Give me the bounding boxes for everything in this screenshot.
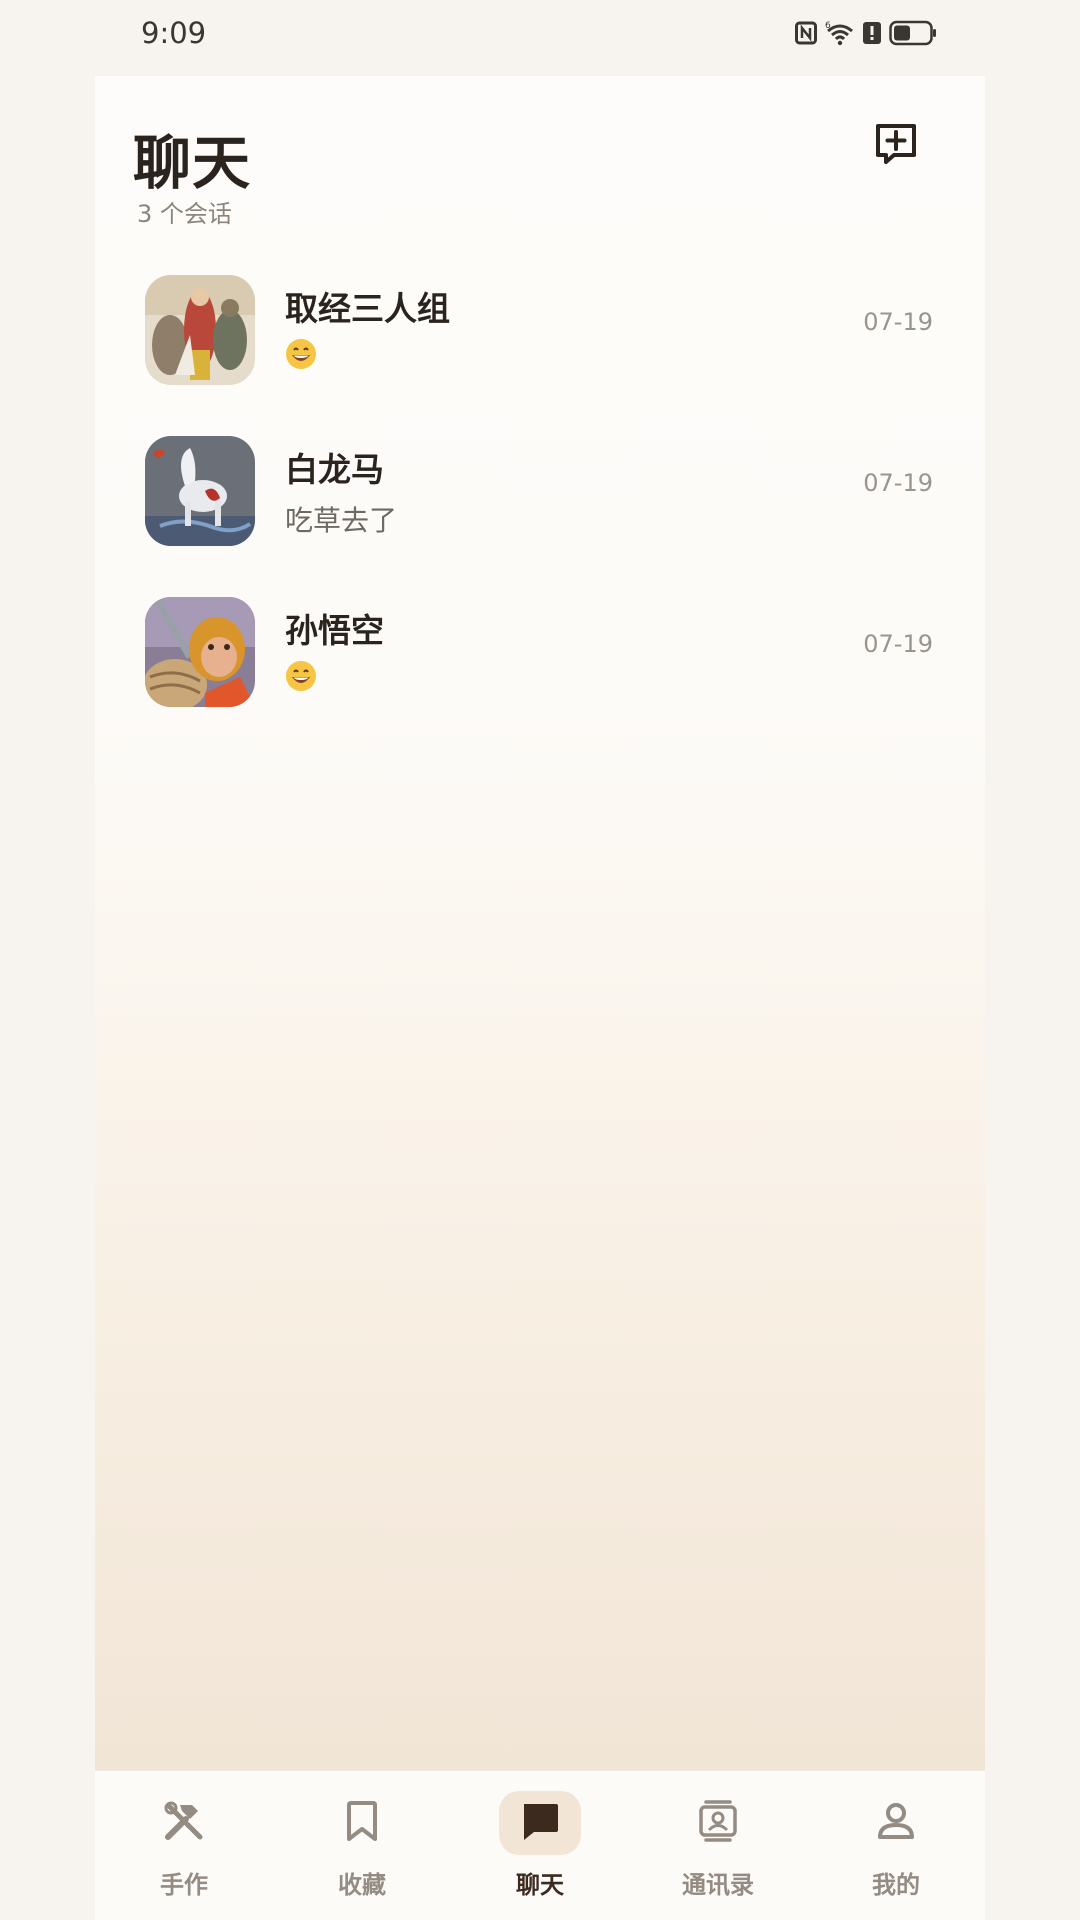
- wifi-icon: 6: [825, 20, 855, 46]
- contacts-icon: [696, 1799, 740, 1847]
- conversation-item[interactable]: 白龙马 吃草去了 07-19: [95, 421, 985, 582]
- page-title: 聊天: [133, 129, 252, 197]
- new-chat-button[interactable]: [862, 112, 930, 180]
- conversation-item[interactable]: 孙悟空 07-19: [95, 582, 985, 743]
- grin-emoji-icon: [285, 339, 317, 377]
- tab-icon-wrap: [499, 1791, 581, 1855]
- nfc-icon: [795, 21, 817, 45]
- conversation-count: 3 个会话: [137, 200, 232, 228]
- tab-favorites[interactable]: 收藏: [273, 1771, 451, 1920]
- conversation-list: 取经三人组 07-19 白龙马 吃草去了 07-19 孙悟空 07-19: [95, 260, 985, 743]
- tab-me[interactable]: 我的: [807, 1771, 985, 1920]
- bottom-tab-bar: 手作 收藏 聊天 通讯录 我的: [95, 1770, 985, 1920]
- avatar[interactable]: [145, 597, 255, 707]
- tab-handmade[interactable]: 手作: [95, 1771, 273, 1920]
- status-icons: 6: [795, 20, 937, 46]
- alert-icon: [863, 21, 881, 45]
- status-bar: 9:09 6: [95, 0, 985, 76]
- conversation-time: 07-19: [863, 308, 933, 336]
- avatar[interactable]: [145, 436, 255, 546]
- tab-contacts[interactable]: 通讯录: [629, 1771, 807, 1920]
- conversation-preview: 吃草去了: [285, 504, 398, 537]
- add-chat-icon: [874, 122, 918, 170]
- tab-icon-wrap: [143, 1791, 225, 1855]
- white-dragon-horse-avatar-image: [145, 436, 255, 546]
- conversation-name: 孙悟空: [285, 611, 384, 650]
- tab-label: 收藏: [338, 1871, 386, 1899]
- conversation-time: 07-19: [863, 469, 933, 497]
- profile-icon: [876, 1799, 916, 1847]
- conversation-item[interactable]: 取经三人组 07-19: [95, 260, 985, 421]
- conversation-time: 07-19: [863, 630, 933, 658]
- conversation-name: 取经三人组: [285, 289, 450, 328]
- tab-icon-wrap: [321, 1791, 403, 1855]
- status-time: 9:09: [141, 16, 207, 50]
- screen: 9:09 6 聊天 3 个会话 取经三人组 07-19 白龙马 吃草去了 07-…: [0, 0, 1080, 1920]
- grin-emoji-icon: [285, 661, 317, 699]
- group-avatar-image: [145, 275, 255, 385]
- tools-icon: [162, 1799, 206, 1847]
- chat-bubble-icon: [518, 1799, 562, 1847]
- bookmark-icon: [342, 1799, 382, 1847]
- tab-icon-wrap: [855, 1791, 937, 1855]
- tab-icon-wrap: [677, 1791, 759, 1855]
- battery-icon: [889, 20, 937, 46]
- conversation-name: 白龙马: [285, 450, 384, 489]
- tab-label: 聊天: [516, 1871, 564, 1899]
- app-window: 9:09 6 聊天 3 个会话 取经三人组 07-19 白龙马 吃草去了 07-…: [95, 0, 985, 1920]
- conversation-preview: [285, 660, 317, 699]
- avatar[interactable]: [145, 275, 255, 385]
- conversation-preview: [285, 338, 317, 377]
- tab-label: 手作: [160, 1871, 208, 1899]
- tab-label: 我的: [872, 1871, 920, 1899]
- tab-label: 通讯录: [682, 1871, 754, 1899]
- tab-chat[interactable]: 聊天: [451, 1771, 629, 1920]
- monkey-king-avatar-image: [145, 597, 255, 707]
